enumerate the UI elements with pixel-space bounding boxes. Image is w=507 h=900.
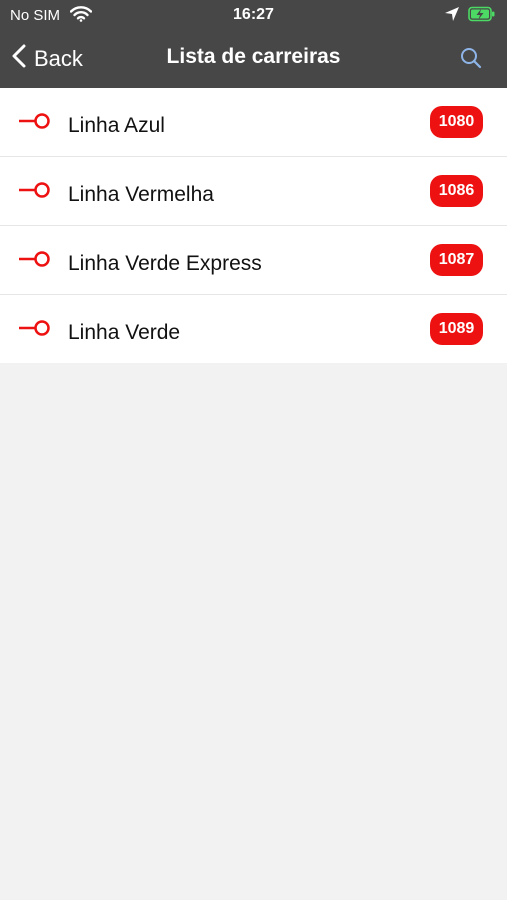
route-line-icon [18,112,52,135]
search-button[interactable] [459,46,483,75]
route-line-icon [18,250,52,273]
route-line-icon [18,319,52,342]
route-name: Linha Verde Express [68,252,262,275]
top-bar: No SIM 16:27 Back Lista de carreiras [0,0,507,88]
route-name: Linha Verde [68,321,181,344]
route-row[interactable]: Linha Verde 1089 [0,295,507,363]
route-row[interactable]: Linha Azul 1080 [0,88,507,157]
status-time: 16:27 [233,6,274,23]
route-row[interactable]: Linha Vermelha 1086 [0,157,507,226]
route-line-icon [18,181,52,204]
route-number-badge: 1080 [430,106,483,138]
page-title: Lista de carreiras [166,45,341,68]
search-icon [459,48,483,74]
route-name: Linha Azul [68,114,165,137]
route-number-badge: 1086 [430,175,483,207]
nav-bar: Back Lista de carreiras [0,30,507,88]
route-number-badge: 1089 [430,313,483,345]
route-list: Linha Azul 1080 Linha Vermelha 1086 Linh… [0,88,507,363]
route-name: Linha Vermelha [68,183,214,206]
status-bar: No SIM 16:27 [0,0,507,30]
route-row[interactable]: Linha Verde Express 1087 [0,226,507,295]
route-number-badge: 1087 [430,244,483,276]
location-arrow-icon [444,6,460,26]
battery-charging-icon [468,6,496,26]
